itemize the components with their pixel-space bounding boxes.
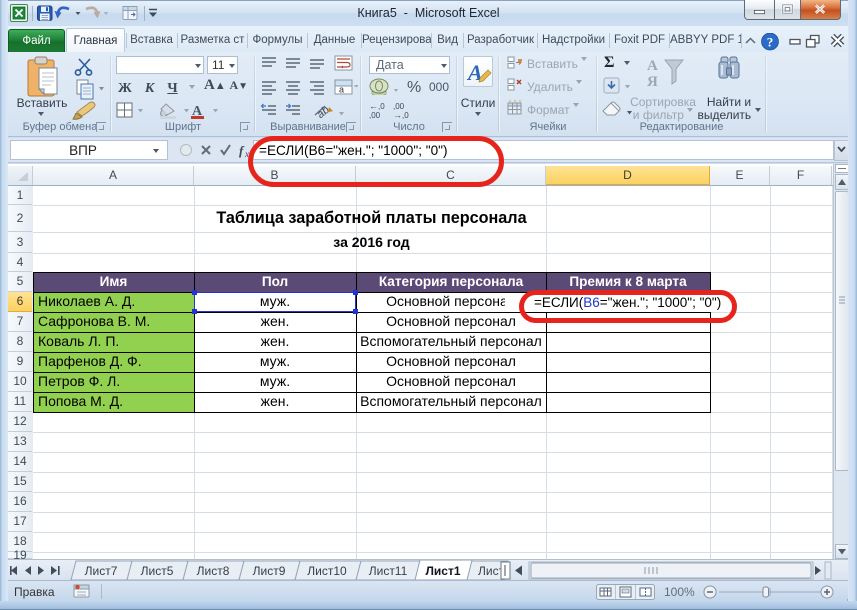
- svg-text:,00: ,00: [369, 111, 381, 120]
- svg-text:А: А: [647, 58, 658, 74]
- svg-text:→,0: →,0: [393, 110, 409, 120]
- svg-text:%: %: [407, 79, 421, 95]
- svg-text:Лист9: Лист9: [253, 564, 286, 578]
- svg-text:Я: Я: [647, 74, 658, 90]
- svg-text:Лист10: Лист10: [307, 564, 347, 578]
- svg-text:Лист7: Лист7: [85, 564, 118, 578]
- svg-text:Лист1: Лист1: [425, 564, 460, 578]
- svg-text:000: 000: [429, 80, 449, 94]
- svg-text:←,0: ←,0: [369, 101, 385, 111]
- svg-text:Лист5: Лист5: [141, 564, 174, 578]
- svg-text:Лист8: Лист8: [197, 564, 230, 578]
- svg-text:a: a: [339, 85, 344, 95]
- svg-text:Лист11: Лист11: [369, 564, 408, 578]
- svg-text:?: ?: [767, 35, 774, 50]
